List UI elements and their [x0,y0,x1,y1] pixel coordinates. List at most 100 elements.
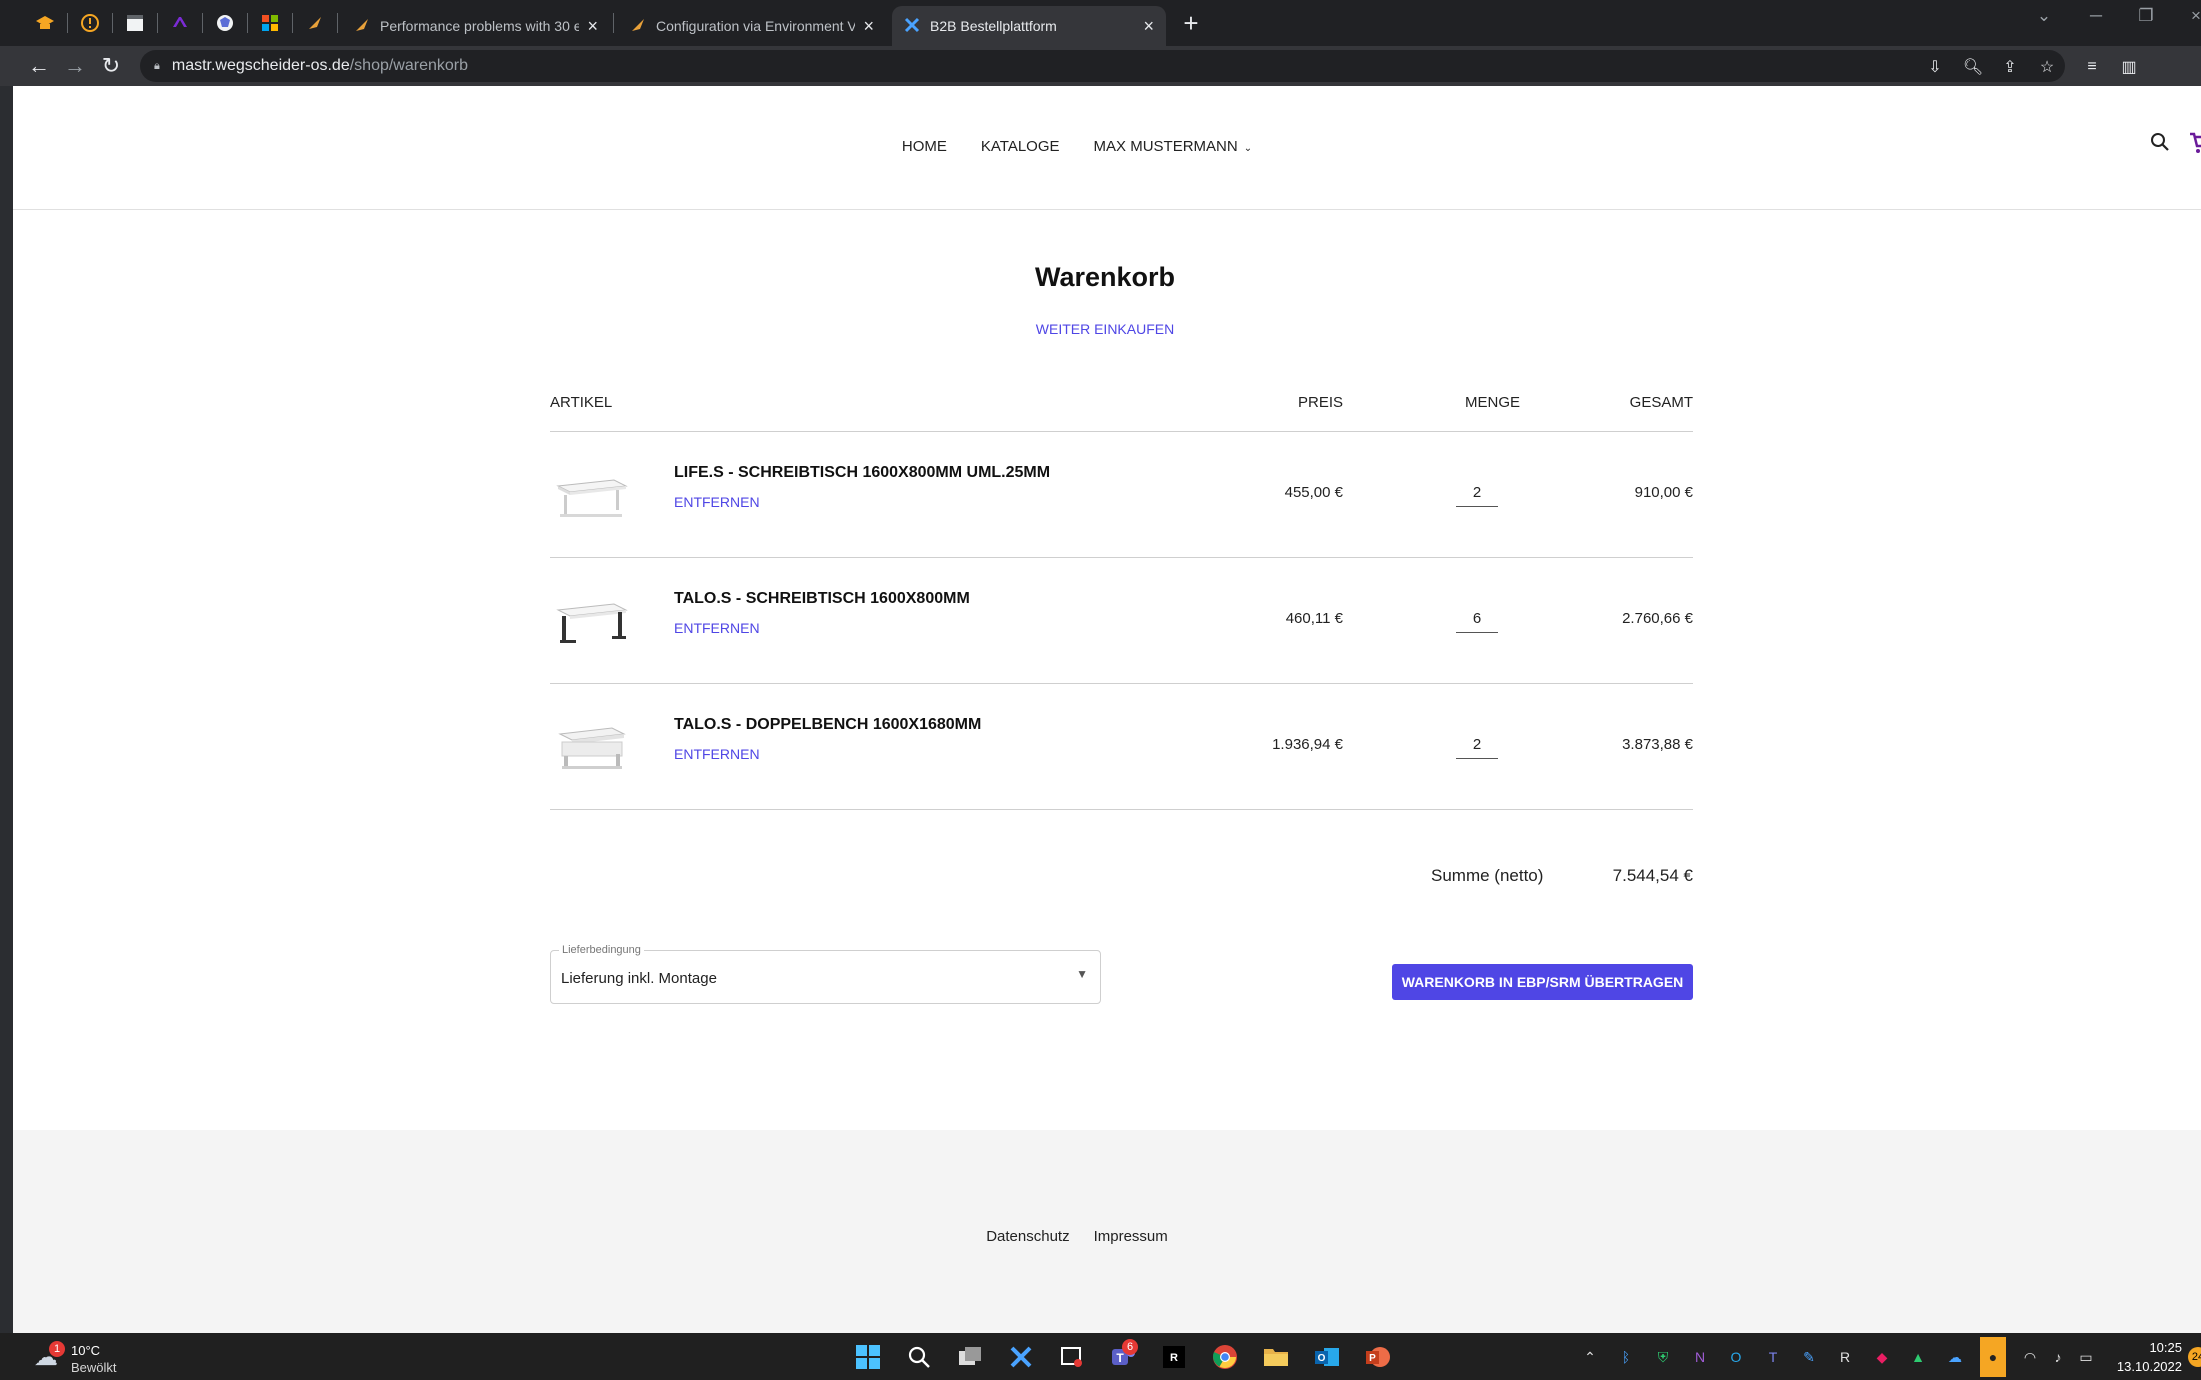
onedrive-icon[interactable]: ☁ [1943,1345,1967,1369]
install-app-icon[interactable]: ⇩ [1922,55,1948,79]
tab-title: Performance problems with 30 e [380,18,580,34]
line-total: 2.760,66 € [1622,610,1693,627]
pinned-tab-pluralsight-icon[interactable] [300,9,330,37]
pen-icon[interactable]: ✎ [1797,1345,1821,1369]
product-name[interactable]: LIFE.S - SCHREIBTISCH 1600X800MM UML.25M… [674,464,1050,482]
remove-item-link[interactable]: ENTFERNEN [674,620,760,636]
file-explorer-icon[interactable] [1259,1340,1293,1374]
lock-icon: 🔒︎ [154,59,160,72]
tab-search-chevron-icon[interactable]: ⌄ [2024,6,2064,26]
app-icon[interactable]: ◆ [1870,1345,1894,1369]
url-bar[interactable]: 🔒︎ mastr.wegscheider-os.de/shop/warenkor… [140,50,2065,82]
teams-icon[interactable]: T [1761,1345,1785,1369]
pinned-tab-visual-studio-icon[interactable] [165,9,195,37]
onenote-icon[interactable]: N [1688,1345,1712,1369]
close-icon[interactable]: × [863,16,874,37]
cart-row: TALO.S - DOPPELBENCH 1600X1680MM ENTFERN… [550,684,1693,810]
quantity-input[interactable]: 6 [1456,605,1498,633]
clock-date[interactable]: 13.10.2022 [2108,1359,2182,1374]
transfer-cart-button[interactable]: WARENKORB IN EBP/SRM ÜBERTRAGEN [1392,964,1693,1000]
side-panel-icon[interactable]: ▥ [2116,55,2142,79]
pinned-tab-microsoft-icon[interactable] [255,9,285,37]
chrome-icon[interactable] [1208,1340,1242,1374]
battery-icon[interactable]: ▭ [2074,1345,2098,1369]
rider-icon[interactable]: R [1833,1345,1857,1369]
nav-catalogs[interactable]: KATALOGE [981,138,1060,155]
browser-tab-bar: Performance problems with 30 e × Configu… [0,0,2201,46]
weather-description[interactable]: Bewölkt [71,1360,117,1375]
app-icon[interactable]: ▲ [1906,1345,1930,1369]
close-icon[interactable]: × [1143,16,1154,37]
microphone-icon[interactable]: ● [1980,1337,2006,1377]
b2b-platform-icon[interactable] [1004,1340,1038,1374]
webpage: HOME KATALOGE MAX MUSTERMANN ⌄ Warenkorb … [13,86,2201,1333]
continue-shopping-link[interactable]: WEITER EINKAUFEN [13,321,2197,337]
unit-price: 1.936,94 € [1272,736,1343,753]
bluetooth-icon[interactable]: ᛒ [1614,1345,1638,1369]
product-thumbnail-desk [554,468,628,522]
pinned-tab-page-icon[interactable] [120,9,150,37]
snipping-tool-icon[interactable] [1055,1340,1089,1374]
reload-icon[interactable]: ↻ [96,52,126,80]
share-icon[interactable]: ⇪ [1997,55,2023,79]
zoom-icon[interactable]: 🔍︎ [1960,55,1986,79]
pinned-tab-graduation-cap-icon[interactable] [30,9,60,37]
pinned-tab-shield-icon[interactable] [210,9,240,37]
svg-text:R: R [1170,1352,1178,1364]
quantity-input[interactable]: 2 [1456,479,1498,507]
chevron-up-icon[interactable]: ⌃ [1578,1345,1602,1369]
sum-net-value: 7.544,54 € [1612,866,1693,885]
search-icon[interactable] [2150,132,2170,158]
remove-item-link[interactable]: ENTFERNEN [674,746,760,762]
delivery-condition-select[interactable]: Lieferbedingung Lieferung inkl. Montage … [550,944,1101,1004]
outlook-icon[interactable]: O [1724,1345,1748,1369]
rider-icon[interactable]: R [1157,1340,1191,1374]
tab-performance-problems[interactable]: Performance problems with 30 e × [342,6,610,46]
powerpoint-icon[interactable]: P [1361,1340,1395,1374]
notification-badge[interactable]: 24 [2188,1347,2201,1367]
clock-time[interactable]: 10:25 [2118,1340,2182,1355]
cart-row: LIFE.S - SCHREIBTISCH 1600X800MM UML.25M… [550,432,1693,558]
outlook-icon[interactable]: O [1310,1340,1344,1374]
remove-item-link[interactable]: ENTFERNEN [674,494,760,510]
back-arrow-icon[interactable]: ← [24,52,54,80]
task-view-icon[interactable] [953,1340,987,1374]
close-window-button[interactable]: × [2176,6,2201,26]
search-icon[interactable] [902,1340,936,1374]
footer-links: Datenschutz Impressum [13,1228,2201,1245]
minimize-button[interactable]: ─ [2076,6,2116,26]
privacy-link[interactable]: Datenschutz [986,1228,1069,1245]
tab-configuration[interactable]: Configuration via Environment V × [618,6,886,46]
speaker-icon[interactable]: ♪ [2046,1345,2070,1369]
svg-text:P: P [1369,1353,1376,1364]
forward-arrow-icon[interactable]: → [60,52,90,80]
tab-title: B2B Bestellplattform [930,18,1057,34]
unit-price: 460,11 € [1285,610,1343,627]
new-tab-button[interactable]: + [1176,8,1206,38]
close-icon[interactable]: × [587,16,598,37]
windows-start-icon[interactable] [851,1340,885,1374]
product-name[interactable]: TALO.S - SCHREIBTISCH 1600X800MM [674,590,970,608]
url-path: /shop/warenkorb [349,57,469,74]
shield-icon[interactable]: ⛨ [1651,1345,1675,1369]
header-qty: MENGE [1465,394,1521,411]
svg-text:O: O [1318,1353,1326,1364]
weather-temperature[interactable]: 10°C [71,1343,100,1358]
cart-table-header: ARTIKEL PREIS MENGE GESAMT [550,376,1693,432]
nav-home[interactable]: HOME [902,138,947,155]
nav-user-menu[interactable]: MAX MUSTERMANN ⌄ [1094,138,1253,155]
cart-icon[interactable] [2189,132,2201,160]
bookmark-star-icon[interactable]: ☆ [2034,55,2060,79]
pinned-tab-warning-icon[interactable] [75,9,105,37]
wifi-icon[interactable]: ◠ [2018,1345,2042,1369]
b2b-platform-icon [904,17,920,36]
imprint-link[interactable]: Impressum [1094,1228,1168,1245]
quantity-input[interactable]: 2 [1456,731,1498,759]
url-host: mastr.wegscheider-os.de [171,57,350,74]
tab-b2b-bestellplattform[interactable]: B2B Bestellplattform × [892,6,1166,46]
reading-list-icon[interactable]: ≡ [2079,55,2105,79]
windows-taskbar: ☁ 1 10°C Bewölkt T 6 R O P ⌃ ᛒ ⛨ N O T ✎… [0,1333,2201,1380]
address-toolbar: ← → ↻ 🔒︎ mastr.wegscheider-os.de/shop/wa… [0,46,2201,125]
restore-button[interactable]: ❐ [2126,6,2166,26]
product-name[interactable]: TALO.S - DOPPELBENCH 1600X1680MM [674,716,981,734]
